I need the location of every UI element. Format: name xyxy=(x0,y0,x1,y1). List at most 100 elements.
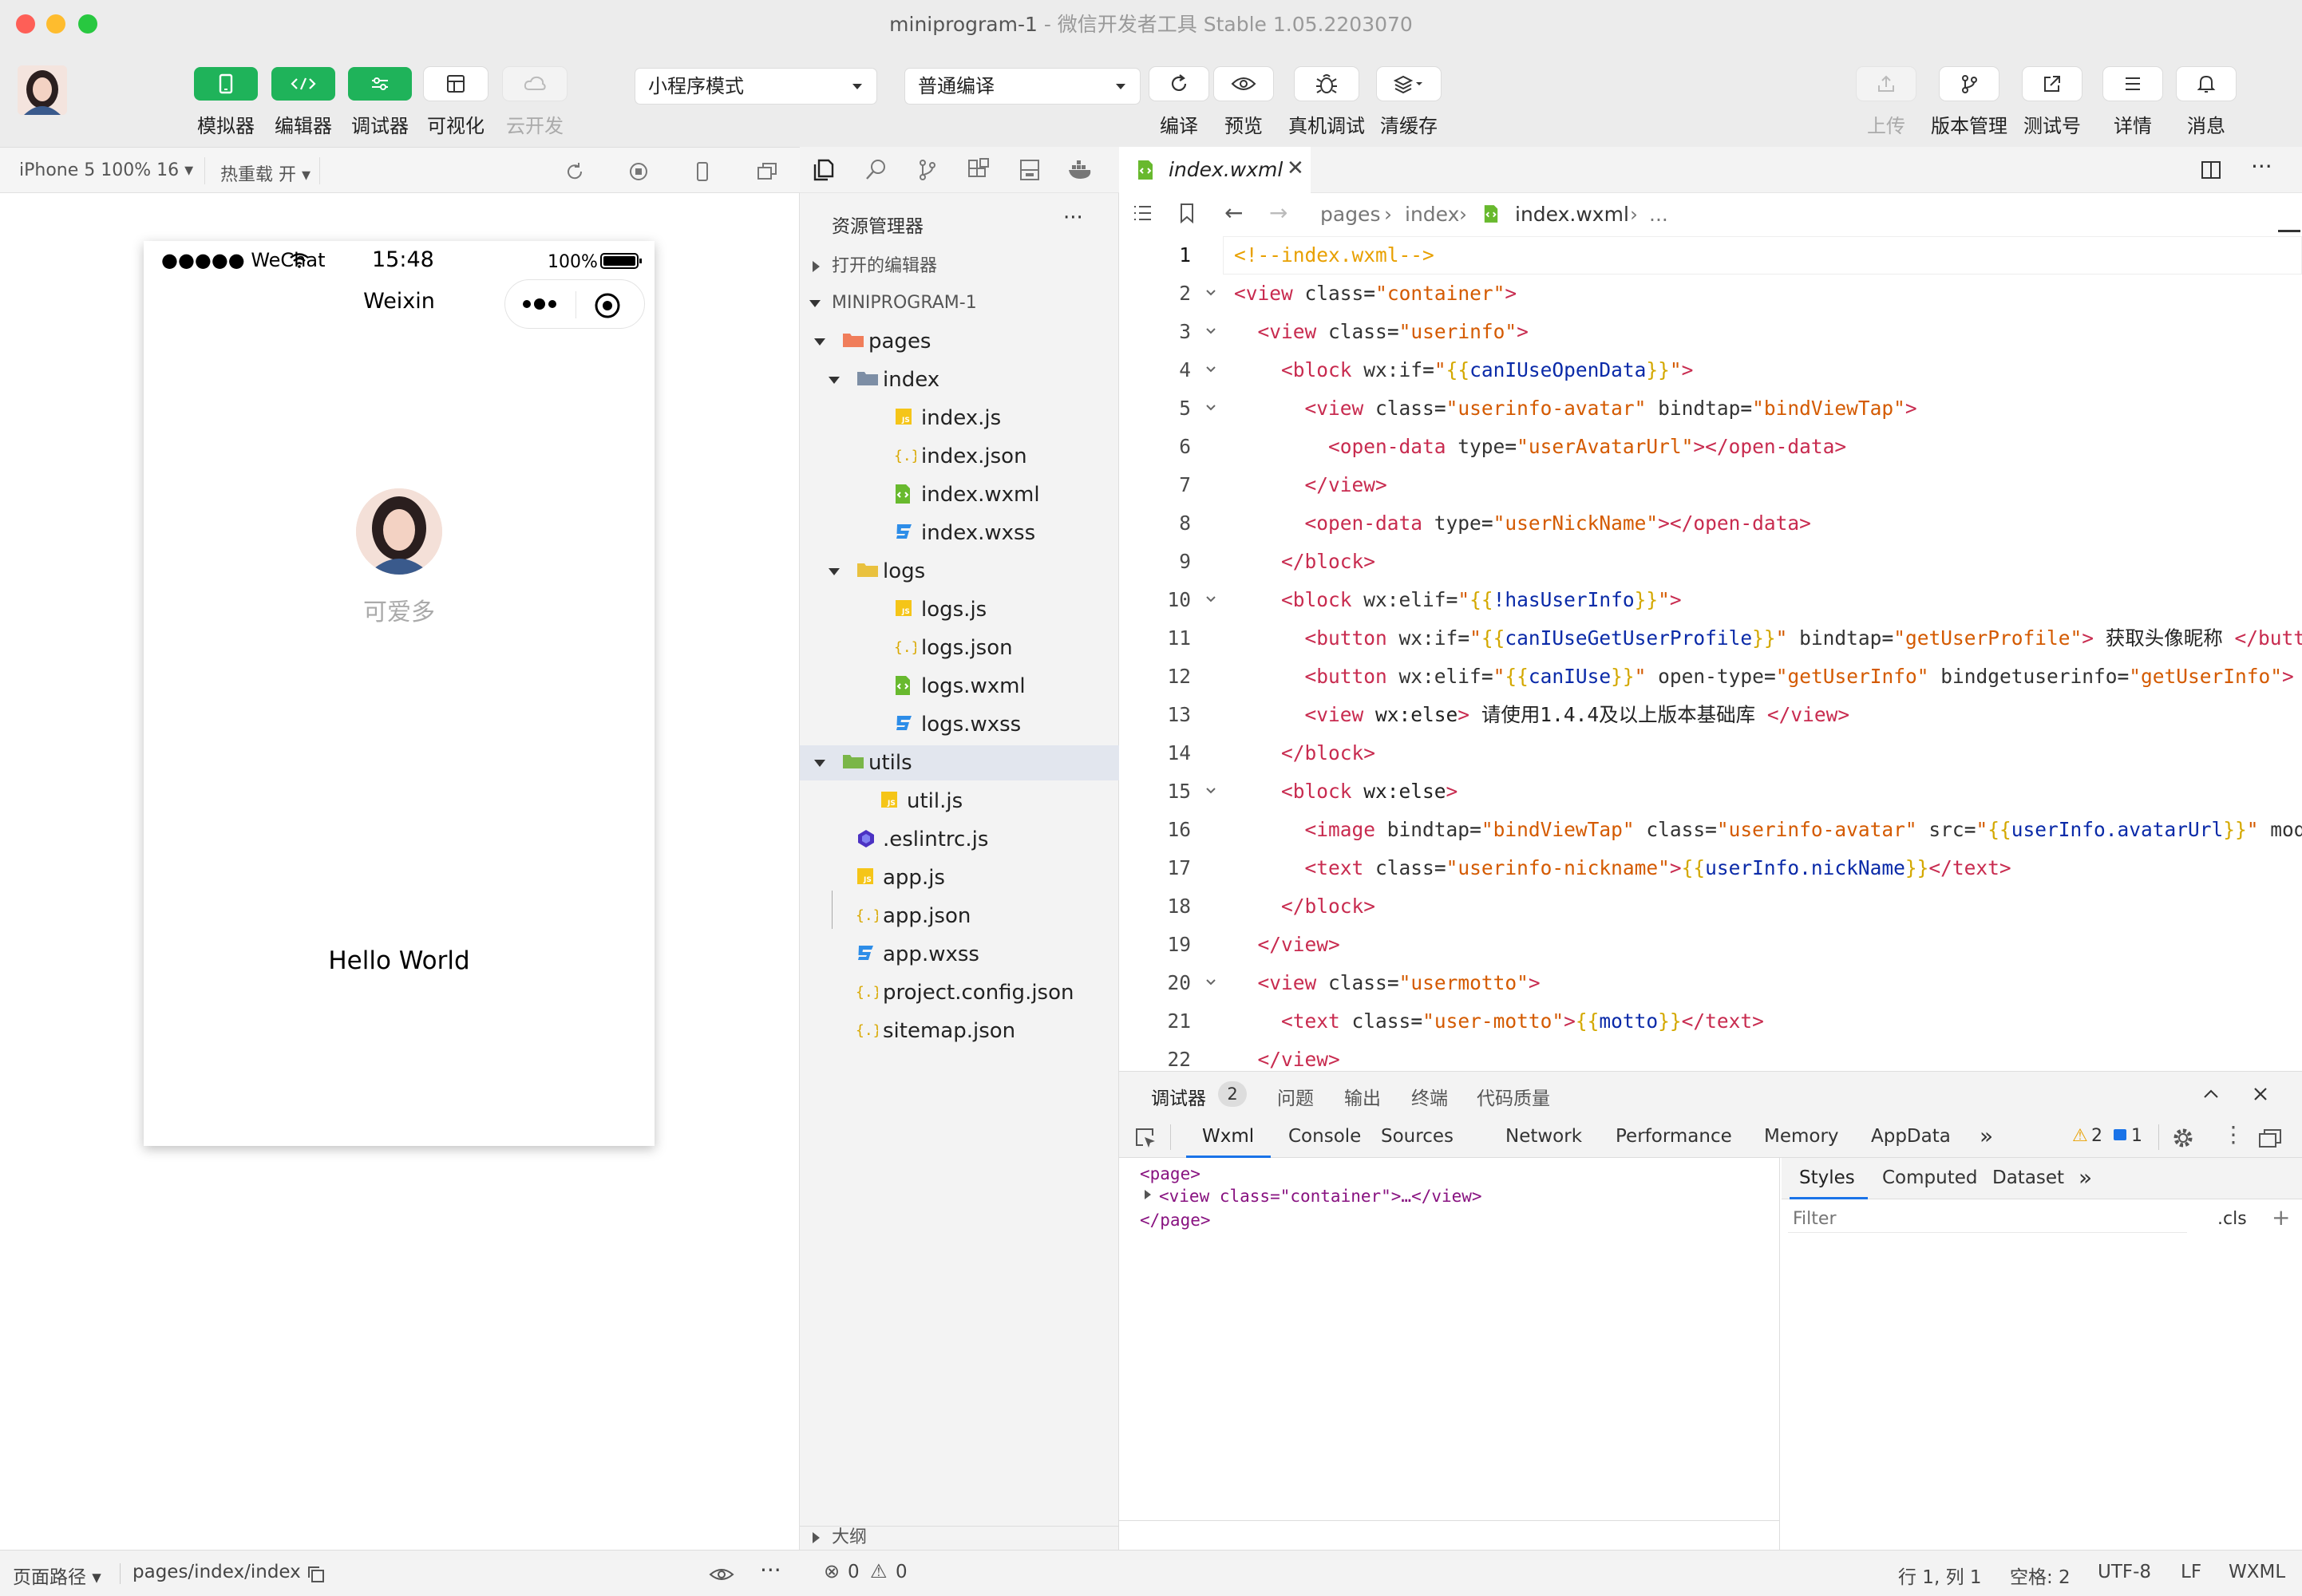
user-avatar-image[interactable] xyxy=(356,488,442,575)
dom-node-view[interactable]: <view class="container">…</view> xyxy=(1159,1187,1482,1206)
code-line[interactable]: 8 <open-data type="userNickName"></open-… xyxy=(1119,504,2302,543)
tree-file[interactable]: {.} project.config.json xyxy=(800,975,1119,1010)
phone-screen[interactable]: ●●●●● WeChat 15:48 100% Weixin 可爱多 Hello… xyxy=(144,241,655,1146)
styles-filter-input[interactable] xyxy=(1788,1206,2187,1233)
code-line[interactable]: 14 </block> xyxy=(1119,734,2302,772)
code-line[interactable]: 10 <block wx:elif="{{!hasUserInfo}}"> xyxy=(1119,581,2302,619)
breadcrumb-index[interactable]: index xyxy=(1405,203,1459,226)
line-ending[interactable]: LF xyxy=(2181,1562,2201,1582)
code-line[interactable]: 1 <!--index.wxml--> xyxy=(1119,236,2302,275)
cloud-dev-button[interactable] xyxy=(503,67,567,101)
tree-file[interactable]: JS util.js xyxy=(800,784,1119,819)
panel-tab-code-quality[interactable]: 代码质量 xyxy=(1477,1083,1550,1110)
warning-status-count[interactable]: 0 xyxy=(896,1562,908,1582)
rotate-icon[interactable] xyxy=(564,160,586,183)
code-line[interactable]: 6 <open-data type="userAvatarUrl"></open… xyxy=(1119,428,2302,466)
code-line[interactable]: 11 <button wx:if="{{canIUseGetUserProfil… xyxy=(1119,619,2302,658)
bookmark-icon[interactable] xyxy=(1178,203,1196,223)
tree-file[interactable]: .eslintrc.js xyxy=(800,822,1119,857)
mode-select[interactable]: 小程序模式 xyxy=(635,69,876,104)
device-debug-button[interactable] xyxy=(1295,67,1359,101)
nav-forward-icon[interactable]: → xyxy=(1269,200,1287,226)
code-line[interactable]: 2 <view class="container"> xyxy=(1119,275,2302,313)
fold-chevron-icon[interactable] xyxy=(1205,787,1216,795)
tree-file[interactable]: JS index.js xyxy=(800,401,1119,436)
tree-file[interactable]: {.} app.json xyxy=(800,899,1119,934)
dom-node-page-close[interactable]: </page> xyxy=(1140,1211,1211,1230)
explorer-more-button[interactable]: ··· xyxy=(1063,206,1083,230)
more-style-tabs-button[interactable]: » xyxy=(2079,1164,2092,1191)
tree-file[interactable]: {.} logs.json xyxy=(800,630,1119,666)
tab-dataset[interactable]: Dataset xyxy=(1992,1167,2064,1188)
inspect-element-icon[interactable] xyxy=(1133,1126,1157,1150)
code-line[interactable]: 18 </block> xyxy=(1119,887,2302,926)
tree-file[interactable]: index.wxml xyxy=(800,477,1119,512)
tree-folder[interactable]: utils xyxy=(800,745,1119,780)
code-line[interactable]: 20 <view class="usermotto"> xyxy=(1119,964,2302,1002)
split-editor-icon[interactable] xyxy=(2200,160,2222,180)
dom-expand-arrow[interactable] xyxy=(1145,1190,1151,1199)
code-line[interactable]: 22 </view> xyxy=(1119,1041,2302,1071)
tree-folder[interactable]: pages xyxy=(800,324,1119,359)
maximize-panel-icon[interactable] xyxy=(2201,1086,2221,1102)
code-line[interactable]: 4 <block wx:if="{{canIUseOpenData}}"> xyxy=(1119,351,2302,389)
editor-toggle-button[interactable] xyxy=(271,67,335,101)
compile-select[interactable]: 普通编译 xyxy=(905,69,1140,104)
files-icon[interactable] xyxy=(811,157,837,183)
device-select[interactable]: iPhone 5 100% 16 ▾ xyxy=(19,160,193,180)
code-line[interactable]: 5 <view class="userinfo-avatar" bindtap=… xyxy=(1119,389,2302,428)
info-count[interactable]: 1 xyxy=(2131,1126,2142,1146)
fold-chevron-icon[interactable] xyxy=(1205,327,1216,335)
detach-window-icon[interactable] xyxy=(755,160,779,183)
tree-folder[interactable]: logs xyxy=(800,554,1119,589)
more-dots-icon[interactable] xyxy=(521,294,561,314)
device-icon[interactable] xyxy=(691,160,714,183)
breadcrumb-file[interactable]: index.wxml xyxy=(1515,203,1629,226)
page-path-select[interactable]: 页面路径 ▾ xyxy=(13,1562,101,1589)
language-mode[interactable]: WXML xyxy=(2229,1562,2285,1582)
warning-count[interactable]: 2 xyxy=(2091,1126,2102,1146)
fold-chevron-icon[interactable] xyxy=(1205,289,1216,297)
nav-back-icon[interactable]: ← xyxy=(1224,200,1243,226)
indentation[interactable]: 空格: 2 xyxy=(2010,1562,2071,1589)
close-window-button[interactable] xyxy=(16,14,35,34)
close-panel-icon[interactable] xyxy=(2251,1084,2270,1104)
panel-tab-problems[interactable]: 问题 xyxy=(1277,1083,1314,1110)
settings-gear-icon[interactable] xyxy=(2171,1126,2195,1150)
tree-file[interactable]: {.} index.json xyxy=(800,439,1119,474)
fold-chevron-icon[interactable] xyxy=(1205,365,1216,373)
tree-file[interactable]: app.wxss xyxy=(800,937,1119,972)
tree-file[interactable]: JS app.js xyxy=(800,860,1119,895)
code-line[interactable]: 19 </view> xyxy=(1119,926,2302,964)
version-control-button[interactable] xyxy=(1940,67,1999,101)
close-tab-icon[interactable]: ✕ xyxy=(1287,156,1304,180)
upload-button[interactable] xyxy=(1857,67,1916,101)
extensions-icon[interactable] xyxy=(966,157,991,183)
breadcrumb-pages[interactable]: pages xyxy=(1320,203,1380,226)
tab-sources[interactable]: Sources xyxy=(1381,1126,1454,1147)
dock-side-icon[interactable] xyxy=(2257,1128,2283,1150)
cls-button[interactable]: .cls xyxy=(2217,1209,2247,1229)
dom-node-page-open[interactable]: <page> xyxy=(1140,1164,1200,1183)
error-count[interactable]: 0 xyxy=(848,1562,860,1582)
code-line[interactable]: 12 <button wx:elif="{{canIUse}}" open-ty… xyxy=(1119,658,2302,696)
tree-folder[interactable]: index xyxy=(800,362,1119,397)
close-miniprogram-icon[interactable] xyxy=(593,291,622,320)
tab-performance[interactable]: Performance xyxy=(1616,1126,1732,1147)
outline-section[interactable]: 大纲 xyxy=(800,1526,1119,1550)
debugger-toggle-button[interactable] xyxy=(348,67,412,101)
fold-chevron-icon[interactable] xyxy=(1205,404,1216,412)
test-account-button[interactable] xyxy=(2023,67,2082,101)
tree-file[interactable]: index.wxss xyxy=(800,516,1119,551)
project-section[interactable]: MINIPROGRAM-1 xyxy=(800,287,1119,319)
tab-console[interactable]: Console xyxy=(1288,1126,1361,1147)
code-line[interactable]: 13 <view wx:else> 请使用1.4.4及以上版本基础库 </vie… xyxy=(1119,696,2302,734)
more-options-icon[interactable]: ··· xyxy=(760,1557,781,1583)
search-icon[interactable] xyxy=(864,157,889,183)
messages-button[interactable] xyxy=(2177,67,2236,101)
code-line[interactable]: 7 </view> xyxy=(1119,466,2302,504)
source-control-icon[interactable] xyxy=(915,157,940,183)
clear-cache-button[interactable] xyxy=(1377,67,1441,101)
code-line[interactable]: 17 <text class="userinfo-nickname">{{use… xyxy=(1119,849,2302,887)
outline-list-icon[interactable] xyxy=(1132,204,1153,222)
